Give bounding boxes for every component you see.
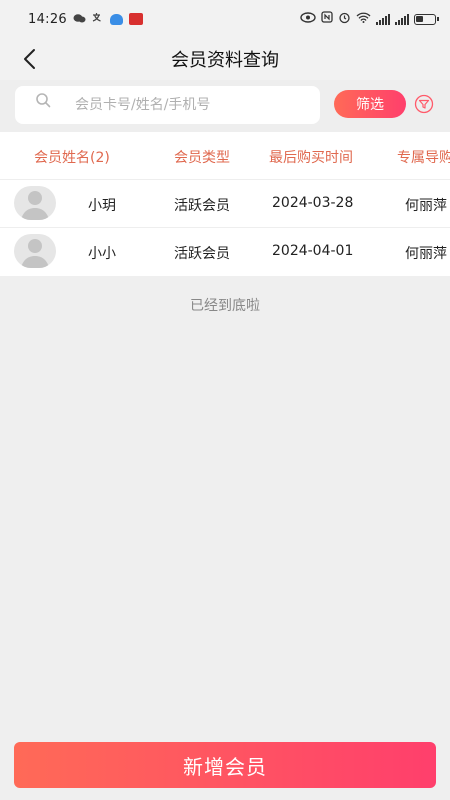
list-end-text: 已经到底啦 [190,298,260,314]
table-row[interactable]: 小玥 活跃会员 2024-03-28 何丽萍 [0,180,450,228]
nav-header: 会员资料查询 [0,38,450,80]
table-row[interactable]: 小小 活跃会员 2024-04-01 何丽萍 [0,228,450,276]
wifi-icon [356,12,371,27]
guide-name: 何丽萍 [405,246,447,262]
avatar [14,186,56,220]
member-type: 活跃会员 [174,198,230,214]
status-bar: 14:26 [0,0,450,38]
column-header-name[interactable]: 会员姓名(2) [34,147,110,167]
red-app-icon [128,13,143,25]
last-purchase-date: 2024-04-01 [272,243,354,259]
user-placeholder-icon [21,191,49,220]
eye-icon [300,11,316,27]
cloud-app-icon [109,13,123,25]
search-box[interactable] [15,86,320,124]
guide-name: 何丽萍 [405,198,447,214]
translate-icon [92,12,104,26]
nfc-icon [321,11,333,27]
search-icon [36,93,51,108]
alarm-icon [338,11,351,28]
filter-button[interactable]: 筛选 [334,90,406,118]
search-row: 筛选 [0,80,450,132]
battery-icon [414,13,439,25]
user-placeholder-icon [21,239,49,268]
status-left: 14:26 [28,12,143,27]
member-type: 活跃会员 [174,246,230,262]
search-input[interactable] [51,97,320,113]
member-name: 小玥 [88,198,116,214]
back-button[interactable] [14,44,44,74]
column-header-last-purchase[interactable]: 最后购买时间 [269,147,353,167]
signal-5g-icon [376,13,390,25]
column-header-type[interactable]: 会员类型 [174,147,230,167]
member-name: 小小 [88,246,116,262]
status-right [300,11,439,28]
page-title: 会员资料查询 [171,50,279,71]
status-time: 14:26 [28,11,67,27]
last-purchase-date: 2024-03-28 [272,195,354,211]
avatar [14,234,56,268]
table-header: 会员姓名(2) 会员类型 最后购买时间 专属导购 [0,132,450,180]
column-header-guide[interactable]: 专属导购 [397,147,450,167]
funnel-icon[interactable] [414,94,434,114]
chevron-left-icon [24,49,35,69]
add-member-button[interactable]: 新增会员 [14,742,436,788]
signal-4g-icon [395,13,409,25]
wechat-icon [73,13,86,26]
